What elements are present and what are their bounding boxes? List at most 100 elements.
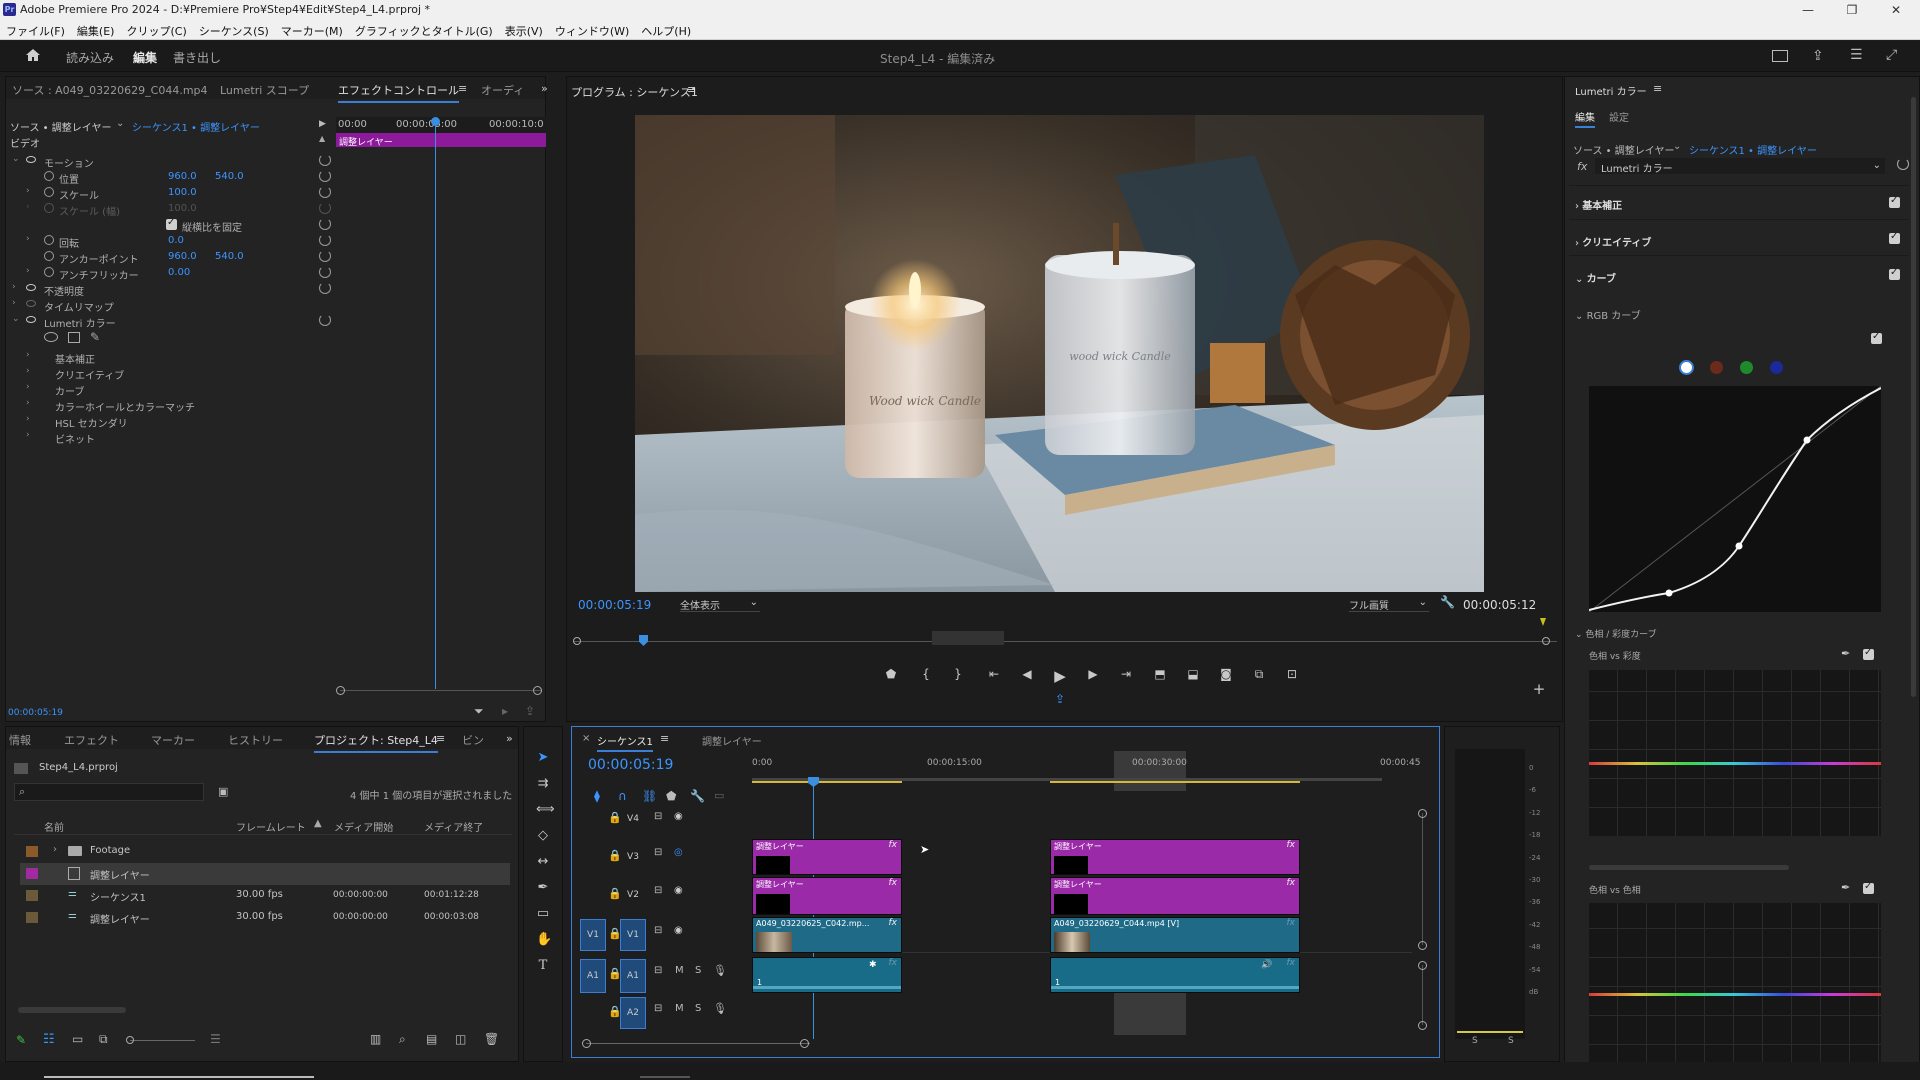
tab-effects[interactable]: エフェクト: [64, 732, 119, 748]
scale-row[interactable]: › スケール 100.0: [6, 185, 336, 202]
timeline-menu-icon[interactable]: ≡: [660, 732, 669, 745]
play-icon[interactable]: ▶: [1051, 667, 1069, 685]
wrench-icon[interactable]: 🔧: [1440, 595, 1455, 609]
timeline-ruler[interactable]: 0:00 00:00:15:00 00:00:30:00 00:00:45: [752, 751, 1432, 791]
hsl-row[interactable]: › HSL セカンダリ: [6, 413, 336, 430]
lumetri-reset-icon[interactable]: [1897, 158, 1909, 170]
curves-row[interactable]: › カーブ: [6, 381, 336, 398]
channel-green[interactable]: [1740, 361, 1753, 374]
eye-off-icon-v3[interactable]: ◎: [674, 847, 683, 858]
solo-a1[interactable]: S: [695, 965, 701, 976]
add-marker-icon-2[interactable]: ⬟: [666, 789, 676, 803]
program-menu-icon[interactable]: ≡: [687, 83, 696, 96]
project-item-sequence1[interactable]: ⚌ シーケンス1 30.00 fps 00:00:00:00 00:01:12:…: [20, 885, 510, 907]
ec-playhead[interactable]: [435, 119, 436, 689]
tab-edit[interactable]: 編集: [133, 49, 157, 66]
track-a2[interactable]: A2: [620, 997, 646, 1029]
clip-video-v1-a[interactable]: A049_03220625_C042.mp... fx: [752, 917, 902, 953]
pen-tool-icon[interactable]: ✒: [536, 881, 550, 895]
hscroll-handle-right[interactable]: [800, 1039, 809, 1048]
tab-project[interactable]: プロジェクト: Step4_L4: [314, 732, 438, 753]
hue-sat-scrollbar[interactable]: [1589, 865, 1789, 870]
lumetri-target[interactable]: シーケンス1 • 調整レイヤー: [1689, 142, 1817, 157]
captions-icon[interactable]: ▭: [714, 789, 724, 802]
audio-track-scrollbar[interactable]: [1422, 965, 1423, 1025]
filter-icon[interactable]: ⏷: [474, 704, 484, 719]
creative-enable-checkbox[interactable]: [1889, 231, 1900, 244]
sync-lock-icon-a2[interactable]: ⊟: [654, 1003, 662, 1014]
sync-lock-icon-v1[interactable]: ⊟: [654, 925, 662, 936]
ripple-edit-tool-icon[interactable]: ⟺: [536, 803, 555, 817]
basic-correction-row[interactable]: › 基本補正: [6, 349, 336, 366]
clip-audio-a1-b[interactable]: 🔊 fx 1: [1050, 957, 1300, 993]
menu-edit[interactable]: 編集(E): [71, 20, 121, 39]
work-area-range[interactable]: [1114, 751, 1186, 791]
go-to-out-icon[interactable]: ⇥: [1117, 667, 1135, 681]
tab-markers[interactable]: マーカー: [151, 732, 195, 748]
lumetri-row[interactable]: ⌄ Lumetri カラー: [6, 313, 336, 330]
lumetri-effect-select[interactable]: Lumetri カラー ⌄: [1595, 158, 1885, 175]
icon-view-icon[interactable]: ▭: [72, 1032, 83, 1046]
menu-sequence[interactable]: シーケンス(S): [193, 20, 275, 39]
basic-enable-checkbox[interactable]: [1889, 195, 1900, 208]
lumetri-tab-settings[interactable]: 設定: [1609, 109, 1629, 124]
nest-icon[interactable]: ⧫: [594, 789, 600, 803]
step-back-icon[interactable]: ◀: [1018, 667, 1036, 681]
meter-solo-right[interactable]: S: [1508, 1036, 1514, 1046]
col-name[interactable]: 名前: [44, 819, 64, 834]
track-v4[interactable]: V4: [620, 811, 646, 827]
quality-select[interactable]: フル画質 ⌄: [1349, 597, 1429, 612]
menu-view[interactable]: 表示(V): [499, 20, 549, 39]
channel-luma[interactable]: [1679, 360, 1694, 375]
tab-export[interactable]: 書き出し: [173, 49, 221, 66]
close-icon[interactable]: ✕: [1874, 0, 1918, 20]
go-to-in-icon[interactable]: ⇤: [985, 667, 1003, 681]
rgb-curve-enable-checkbox[interactable]: [1871, 331, 1882, 344]
scrubber-end-handle[interactable]: [1542, 637, 1550, 645]
time-remap-row[interactable]: › タイムリマップ: [6, 297, 336, 314]
col-media-start[interactable]: メディア開始: [334, 819, 393, 834]
mark-out-icon[interactable]: }: [949, 667, 967, 681]
razor-tool-icon[interactable]: ◇: [536, 829, 550, 843]
eye-icon-v2[interactable]: ◉: [674, 885, 683, 896]
project-search-input[interactable]: ⌕: [14, 783, 204, 801]
slip-tool-icon[interactable]: ↔: [536, 855, 550, 869]
hue-vs-hue-checkbox[interactable]: [1863, 881, 1874, 894]
motion-row[interactable]: ⌄ モーション: [6, 153, 336, 170]
sort-icon[interactable]: ☰: [210, 1032, 221, 1046]
section-creative[interactable]: › クリエイティブ: [1575, 234, 1651, 249]
clip-adjustment-v2-a[interactable]: 調整レイヤー fx: [752, 877, 902, 915]
tab-info[interactable]: 情報: [9, 732, 31, 748]
lumetri-tab-edit[interactable]: 編集: [1575, 109, 1595, 128]
sync-lock-icon-a1[interactable]: ⊟: [654, 965, 662, 976]
channel-red[interactable]: [1710, 361, 1723, 374]
video-scroll-handle-top[interactable]: [1418, 809, 1427, 818]
project-item-footage[interactable]: › Footage: [20, 841, 510, 863]
source-track-a1[interactable]: A1: [580, 959, 606, 993]
scroll-up-icon[interactable]: ▲: [319, 134, 325, 143]
eyedropper-icon[interactable]: ✒: [1841, 647, 1850, 660]
minimize-icon[interactable]: —: [1786, 0, 1830, 20]
lift-icon[interactable]: ⬒: [1151, 667, 1169, 681]
mute-a2[interactable]: M: [675, 1003, 684, 1014]
pencil-icon[interactable]: ✎: [16, 1033, 26, 1047]
ec-time-ruler[interactable]: 00:00 00:00:05:00 00:00:10:0: [336, 117, 546, 133]
track-v3[interactable]: V3: [620, 849, 646, 865]
camera-icon[interactable]: ◙: [1217, 667, 1235, 681]
sync-lock-icon-v4[interactable]: ⊟: [654, 811, 662, 822]
sync-lock-icon-v3[interactable]: ⊟: [654, 847, 662, 858]
opacity-row[interactable]: › 不透明度: [6, 281, 336, 298]
track-v2[interactable]: V2: [620, 887, 646, 903]
automate-to-sequence-icon[interactable]: ▥: [370, 1032, 381, 1046]
clip-adjustment-v2-b[interactable]: 調整レイヤー fx: [1050, 877, 1300, 915]
new-item-icon[interactable]: ◫: [455, 1032, 466, 1046]
pen-mask-icon[interactable]: ✎: [90, 330, 100, 344]
section-curves[interactable]: ⌄ カーブ: [1575, 270, 1616, 285]
close-sequence-icon[interactable]: ×: [582, 733, 590, 744]
menu-file[interactable]: ファイル(F): [0, 20, 71, 39]
hand-tool-icon[interactable]: ✋: [536, 933, 552, 947]
chevron-down-icon[interactable]: ⌄: [116, 118, 124, 129]
slider-handle[interactable]: [126, 1036, 134, 1044]
source-track-v1[interactable]: V1: [580, 919, 606, 951]
ec-zoom-scrollbar[interactable]: [340, 690, 541, 691]
